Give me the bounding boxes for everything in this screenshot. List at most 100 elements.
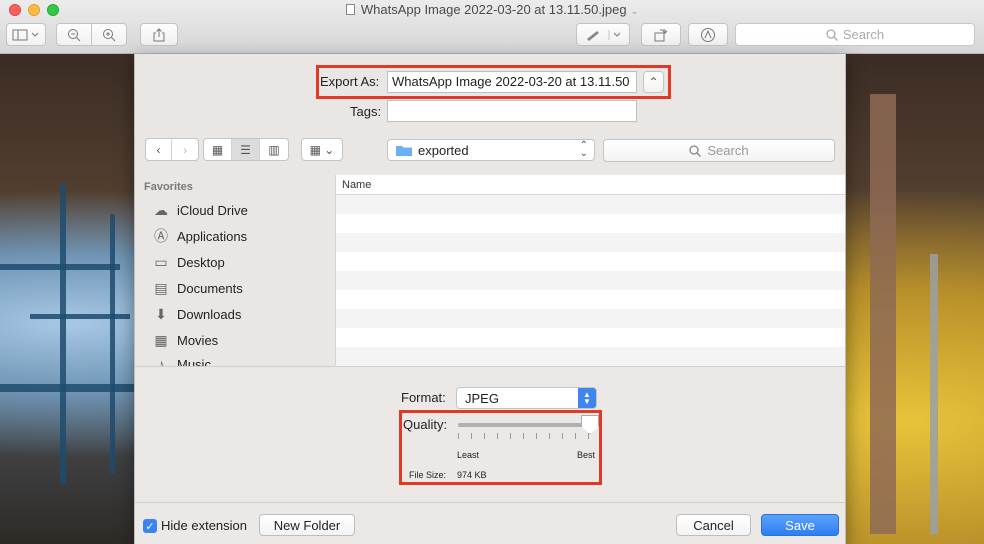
name-column-header[interactable]: Name bbox=[336, 175, 845, 195]
list-view-button[interactable]: ☰ bbox=[232, 139, 260, 160]
documents-icon: ▤ bbox=[154, 279, 168, 296]
sidebar-item-documents[interactable]: ▤ Documents bbox=[151, 277, 243, 299]
list-row bbox=[336, 233, 845, 252]
location-value: exported bbox=[418, 142, 469, 158]
pen-icon bbox=[587, 29, 621, 41]
desktop-icon: ▭ bbox=[154, 253, 168, 270]
new-folder-button[interactable]: New Folder bbox=[259, 514, 355, 536]
sidebar-item-icloud-drive[interactable]: ☁ iCloud Drive bbox=[151, 199, 248, 221]
toolbar-search-field[interactable]: Search bbox=[735, 23, 975, 46]
folder-icon bbox=[396, 146, 412, 156]
photo-detail bbox=[870, 94, 896, 534]
cancel-button[interactable]: Cancel bbox=[676, 514, 751, 536]
list-row bbox=[336, 309, 845, 328]
sidebar-item-desktop[interactable]: ▭ Desktop bbox=[151, 251, 225, 273]
grid-icon: ▦ bbox=[211, 142, 224, 157]
photo-detail bbox=[110, 214, 115, 474]
updown-chevron-icon: ⌃ ⌄ bbox=[579, 140, 588, 159]
location-popup[interactable]: exported ⌃ ⌄ bbox=[387, 139, 595, 161]
hide-extension-checkbox[interactable]: ✓ bbox=[143, 519, 157, 533]
updown-chevron-icon: ▲ ▼ bbox=[578, 388, 596, 408]
zoom-in-button[interactable] bbox=[91, 23, 127, 46]
file-list[interactable]: Name bbox=[335, 175, 845, 366]
columns-icon: ▥ bbox=[268, 142, 280, 157]
window-title-text: WhatsApp Image 2022-03-20 at 13.11.50.jp… bbox=[360, 2, 627, 17]
zoom-out-button[interactable] bbox=[56, 23, 92, 46]
quality-highlight bbox=[399, 410, 602, 485]
sidebar-item-music[interactable]: ♪ Music bbox=[151, 353, 211, 366]
applications-icon: Ⓐ bbox=[154, 228, 168, 244]
search-icon bbox=[689, 144, 702, 157]
markup-toolbar-button[interactable] bbox=[688, 23, 728, 46]
sidebar-toggle-button[interactable] bbox=[6, 23, 46, 46]
sidebar-item-label: iCloud Drive bbox=[177, 202, 248, 218]
favorites-sidebar: Favorites ☁ iCloud Drive Ⓐ Applications ▭ D… bbox=[135, 176, 335, 366]
sidebar-icon bbox=[12, 29, 39, 40]
zoom-out-icon bbox=[68, 28, 81, 41]
forward-button[interactable]: › bbox=[172, 139, 198, 160]
photo-detail bbox=[60, 184, 66, 484]
markup-pen-button[interactable] bbox=[576, 23, 630, 46]
back-forward-buttons: ‹ › bbox=[145, 138, 199, 161]
back-button[interactable]: ‹ bbox=[146, 139, 172, 160]
sidebar-item-label: Music bbox=[177, 356, 211, 367]
photo-detail bbox=[30, 314, 130, 319]
chevron-left-icon: ‹ bbox=[156, 142, 161, 157]
list-row bbox=[336, 195, 845, 214]
checkmark-icon: ✓ bbox=[145, 520, 155, 533]
sidebar-item-applications[interactable]: Ⓐ Applications bbox=[151, 225, 247, 247]
toolbar-search-placeholder: Search bbox=[842, 27, 885, 42]
export-as-highlight bbox=[316, 65, 671, 99]
list-row bbox=[336, 252, 845, 271]
save-button[interactable]: Save bbox=[761, 514, 839, 536]
share-button[interactable] bbox=[140, 23, 178, 46]
sidebar-item-label: Downloads bbox=[177, 306, 242, 322]
music-icon: ♪ bbox=[157, 356, 165, 366]
sidebar-item-label: Desktop bbox=[177, 254, 225, 270]
chevron-right-icon: › bbox=[183, 142, 187, 157]
export-options: Format: JPEG ▲ ▼ Quality: Least Best File… bbox=[135, 366, 845, 502]
chevron-down-icon: ⌄ bbox=[630, 6, 639, 16]
favorites-heading: Favorites bbox=[144, 181, 193, 193]
export-sheet: Export As: WhatsApp Image 2022-03-20 at … bbox=[134, 54, 846, 544]
sheet-search-placeholder: Search bbox=[707, 143, 749, 158]
tags-field[interactable] bbox=[387, 100, 637, 122]
sidebar-item-label: Applications bbox=[177, 228, 248, 244]
zoom-in-icon bbox=[103, 28, 116, 41]
format-label: Format: bbox=[401, 390, 446, 405]
icon-view-button[interactable]: ▦ bbox=[204, 139, 232, 160]
movies-icon: ▦ bbox=[154, 331, 168, 348]
rotate-icon bbox=[654, 29, 668, 41]
arrange-button[interactable]: ▦ ⌄ bbox=[301, 138, 343, 161]
arrange-icon: ▦ ⌄ bbox=[309, 142, 335, 157]
format-value: JPEG bbox=[465, 390, 499, 406]
column-view-button[interactable]: ▥ bbox=[260, 139, 288, 160]
markup-icon bbox=[701, 27, 715, 42]
sidebar-item-movies[interactable]: ▦ Movies bbox=[151, 329, 218, 351]
rotate-button[interactable] bbox=[641, 23, 681, 46]
sheet-search-field[interactable]: Search bbox=[603, 139, 835, 162]
list-row bbox=[336, 214, 845, 233]
share-icon bbox=[153, 27, 165, 41]
photo-detail bbox=[930, 254, 938, 534]
list-row bbox=[336, 347, 845, 366]
downloads-icon: ⬇ bbox=[155, 305, 167, 322]
sidebar-item-label: Documents bbox=[177, 280, 243, 296]
file-list-rows bbox=[336, 195, 845, 366]
window-title[interactable]: WhatsApp Image 2022-03-20 at 13.11.50.jp… bbox=[0, 2, 984, 17]
list-row bbox=[336, 271, 845, 290]
window-titlebar: WhatsApp Image 2022-03-20 at 13.11.50.jp… bbox=[0, 0, 984, 54]
list-row bbox=[336, 290, 845, 309]
view-mode-buttons: ▦ ☰ ▥ bbox=[203, 138, 289, 161]
sheet-footer: ✓ Hide extension New Folder Cancel Save bbox=[135, 502, 845, 544]
document-icon bbox=[345, 4, 355, 15]
cloud-icon: ☁ bbox=[154, 201, 168, 218]
list-row bbox=[336, 328, 845, 347]
list-icon: ☰ bbox=[240, 142, 251, 157]
search-icon bbox=[826, 28, 838, 41]
hide-extension-label: Hide extension bbox=[161, 518, 247, 533]
tags-label: Tags: bbox=[350, 104, 382, 119]
sidebar-item-label: Movies bbox=[177, 332, 219, 348]
format-popup[interactable]: JPEG ▲ ▼ bbox=[456, 387, 597, 409]
sidebar-item-downloads[interactable]: ⬇ Downloads bbox=[151, 303, 241, 325]
